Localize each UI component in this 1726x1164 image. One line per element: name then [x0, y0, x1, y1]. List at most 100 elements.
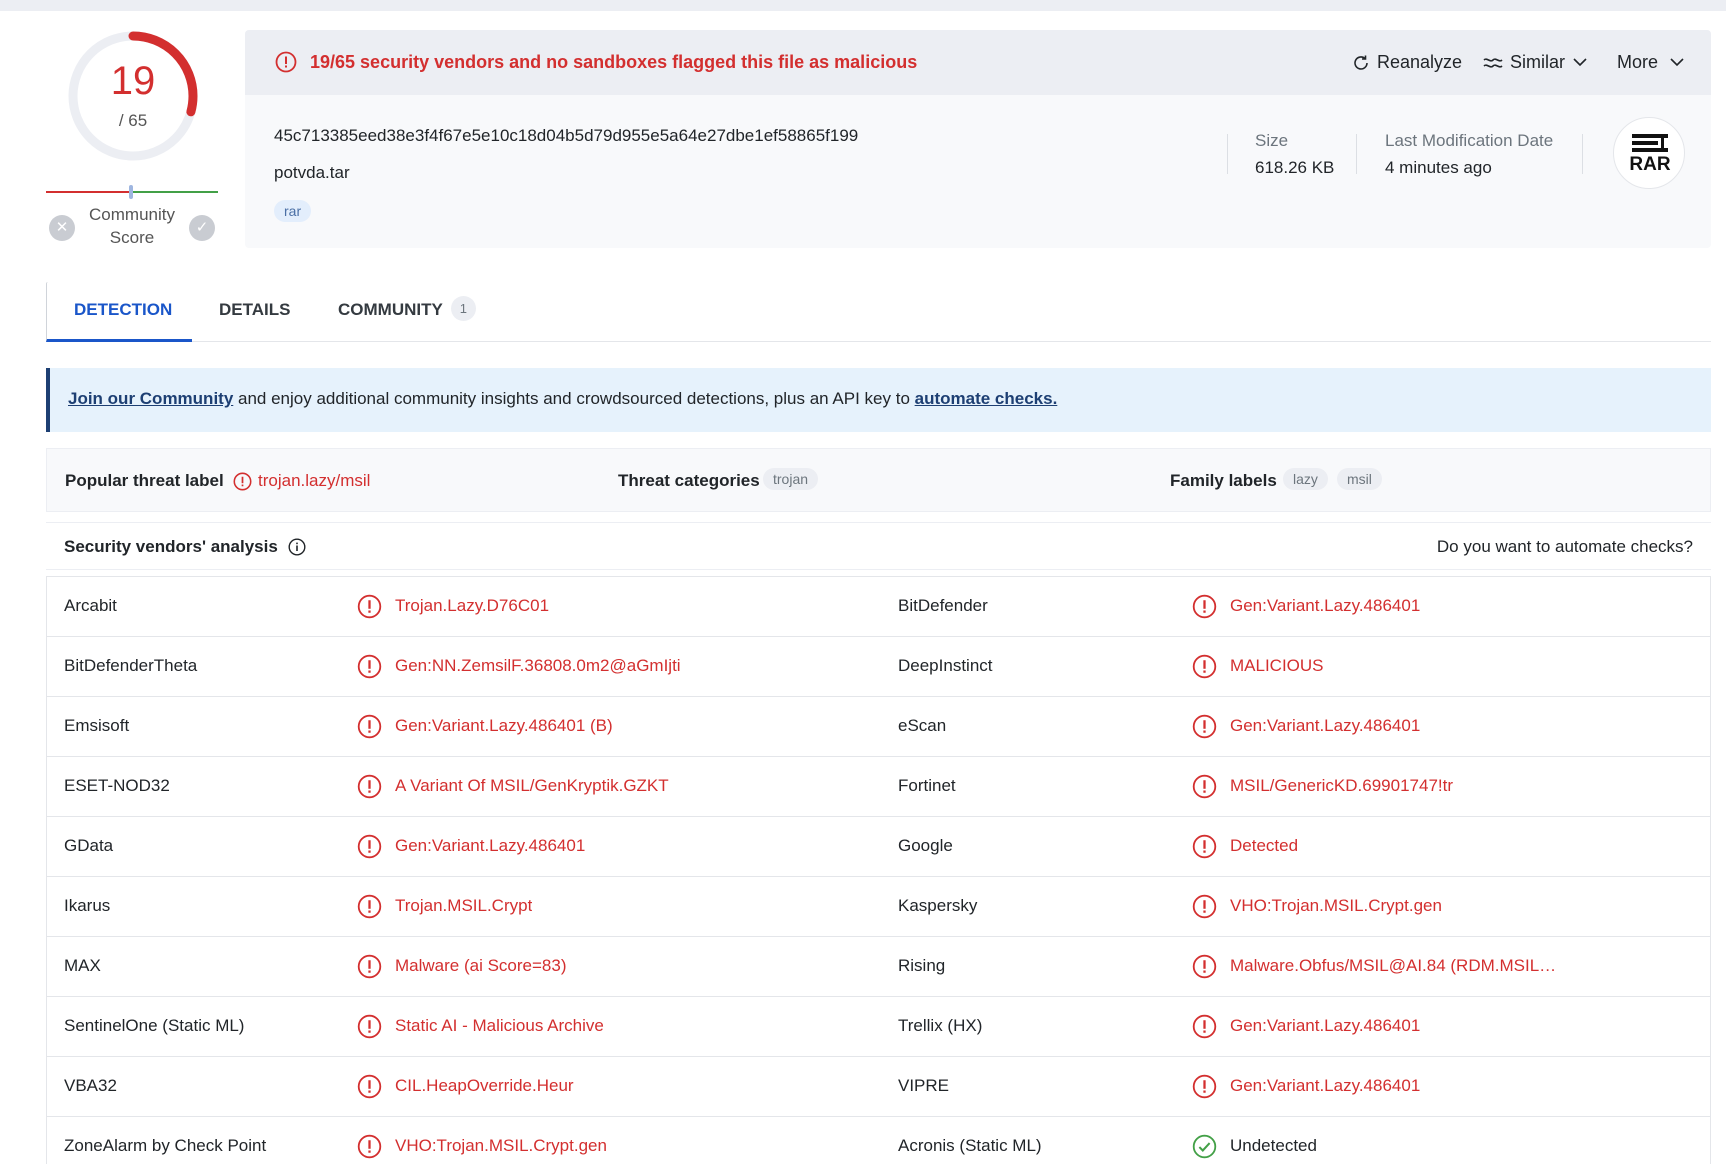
tab-community[interactable]: COMMUNITY 1: [338, 282, 476, 342]
vendor-result-text: Trojan.MSIL.Crypt: [395, 896, 533, 915]
tab-details[interactable]: DETAILS: [219, 282, 290, 342]
vendor-name: VIPRE: [898, 1076, 950, 1095]
malicious-alert-icon: [357, 774, 382, 798]
malicious-alert-icon: [1192, 1014, 1217, 1038]
detection-alert-text: 19/65 security vendors and no sandboxes …: [310, 52, 918, 72]
vendor-result: A Variant Of MSIL/GenKryptik.GZKT: [357, 773, 669, 799]
vendor-result-text: Malware (ai Score=83): [395, 956, 567, 975]
tab-detection-label: DETECTION: [74, 300, 173, 319]
vendors-header: Security vendors' analysis Do you want t…: [46, 522, 1711, 570]
meta-divider: [1227, 134, 1228, 174]
vendor-result: VHO:Trojan.MSIL.Crypt.gen: [357, 1133, 607, 1159]
last-modification-label: Last Modification Date: [1385, 131, 1554, 150]
vendor-result: Trojan.MSIL.Crypt: [357, 893, 532, 919]
vendor-result-text: Gen:Variant.Lazy.486401: [1230, 1076, 1421, 1095]
automate-checks-prompt[interactable]: Do you want to automate checks?: [1437, 537, 1693, 557]
vendor-result: Malware.Obfus/MSIL@AI.84 (RDM.MSIL2…: [1192, 953, 1560, 979]
vendor-result: Gen:Variant.Lazy.486401: [357, 833, 585, 859]
vote-malicious-icon[interactable]: ✕: [49, 215, 75, 241]
file-hash[interactable]: 45c713385eed38e3f4f67e5e10c18d04b5d79d95…: [274, 126, 858, 146]
detection-score-gauge: 19 / 65: [64, 27, 202, 165]
vendor-result-text: Static AI - Malicious Archive: [395, 1016, 604, 1035]
file-name: potvda.tar: [274, 163, 350, 182]
vendor-row: SentinelOne (Static ML) Static AI - Malic…: [47, 997, 1710, 1057]
alert-icon: [275, 51, 297, 73]
malicious-alert-icon: [1192, 714, 1217, 738]
malicious-alert-icon: [1192, 954, 1217, 978]
vendor-result-text: Gen:Variant.Lazy.486401: [1230, 1016, 1421, 1035]
file-tag[interactable]: rar: [274, 200, 312, 222]
malicious-alert-icon: [357, 894, 382, 918]
vendor-name: BitDefender: [898, 596, 988, 615]
threat-category-pill[interactable]: trojan: [763, 468, 819, 490]
tab-detection[interactable]: DETECTION: [46, 282, 192, 342]
vendor-result-text: Detected: [1230, 836, 1299, 855]
last-modification-value: 4 minutes ago: [1385, 158, 1492, 177]
vendor-name: Rising: [898, 956, 946, 975]
vendor-result: Gen:Variant.Lazy.486401: [1192, 1013, 1420, 1039]
popular-threat-text: trojan.lazy/msil: [258, 471, 371, 490]
malicious-alert-icon: [357, 714, 382, 738]
automate-checks-link[interactable]: automate checks.: [915, 389, 1058, 408]
vendor-result: VHO:Trojan.MSIL.Crypt.gen: [1192, 893, 1442, 919]
community-score-label: Community Score: [89, 205, 175, 247]
vendor-result: Undetected: [1192, 1133, 1317, 1159]
popular-threat-value[interactable]: trojan.lazy/msil: [233, 471, 370, 491]
community-banner-text: Join our Community and enjoy additional …: [68, 389, 1057, 409]
vendor-result: Gen:Variant.Lazy.486401: [1192, 593, 1420, 619]
vendor-result-text: Undetected: [1230, 1136, 1317, 1155]
alert-icon: [233, 472, 252, 490]
malicious-alert-icon: [1192, 594, 1217, 618]
vendor-result: MSIL/GenericKD.69901747!tr: [1192, 773, 1453, 799]
vendor-row: ESET-NOD32 A Variant Of MSIL/GenKryptik.G…: [47, 757, 1710, 817]
similar-label: Similar: [1510, 52, 1566, 72]
vendor-result: CIL.HeapOverride.Heur: [357, 1073, 574, 1099]
size-value: 618.26 KB: [1255, 158, 1335, 177]
info-icon[interactable]: [288, 538, 306, 556]
vendor-result-text: VHO:Trojan.MSIL.Crypt.gen: [395, 1136, 607, 1155]
vendor-name: GData: [64, 836, 114, 855]
meta-divider: [1582, 134, 1583, 174]
archive-icon: [1632, 134, 1668, 152]
threat-summary: Popular threat label trojan.lazy/msil Th…: [46, 448, 1711, 512]
similar-dropdown[interactable]: Similar: [1483, 52, 1587, 73]
chevron-down-icon: [1573, 58, 1587, 67]
join-community-link[interactable]: Join our Community: [68, 389, 233, 408]
malicious-alert-icon: [1192, 774, 1217, 798]
malicious-alert-icon: [357, 1014, 382, 1038]
vendor-name: VBA32: [64, 1076, 117, 1095]
vendor-name: SentinelOne (Static ML): [64, 1016, 245, 1035]
vendor-result: Malware (ai Score=83): [357, 953, 567, 979]
vendors-table: Arcabit Trojan.Lazy.D76C01 BitDefender Gen:…: [46, 576, 1711, 1164]
vendor-result-text: VHO:Trojan.MSIL.Crypt.gen: [1230, 896, 1442, 915]
score-total: / 65: [118, 111, 148, 130]
vendor-name: Fortinet: [898, 776, 956, 795]
vendor-result-text: Malware.Obfus/MSIL@AI.84 (RDM.MSIL2…: [1230, 956, 1560, 975]
vendor-row: VBA32 CIL.HeapOverride.Heur VIPRE Gen:Varia…: [47, 1057, 1710, 1117]
score-detections: 19: [110, 59, 156, 103]
refresh-icon: [1354, 55, 1368, 70]
vendor-row: Arcabit Trojan.Lazy.D76C01 BitDefender Gen:…: [47, 577, 1710, 637]
malicious-alert-icon: [357, 1074, 382, 1098]
family-label-pill[interactable]: lazy: [1283, 468, 1328, 490]
undetected-check-icon: [1192, 1134, 1217, 1158]
more-dropdown[interactable]: More: [1617, 52, 1684, 73]
vendor-result-text: Trojan.Lazy.D76C01: [395, 596, 550, 615]
meta-divider: [1356, 134, 1357, 174]
malicious-alert-icon: [1192, 654, 1217, 678]
vendor-name: Trellix (HX): [898, 1016, 983, 1035]
vendor-result-text: Gen:Variant.Lazy.486401: [1230, 596, 1421, 615]
reanalyze-label: Reanalyze: [1377, 52, 1463, 72]
similar-icon: [1483, 57, 1503, 68]
reanalyze-button[interactable]: Reanalyze: [1352, 52, 1462, 73]
family-label-pill[interactable]: msil: [1337, 468, 1382, 490]
vote-harmless-icon[interactable]: ✓: [189, 215, 215, 241]
vendor-name: Arcabit: [64, 596, 117, 615]
vendor-row: BitDefenderTheta Gen:NN.ZemsilF.36808.0m2…: [47, 637, 1710, 697]
community-count-badge: 1: [450, 296, 476, 321]
community-score-marker: [129, 185, 133, 199]
top-bar: [0, 0, 1726, 11]
file-summary-card: 19/65 security vendors and no sandboxes …: [245, 30, 1711, 248]
vendor-name: BitDefenderTheta: [64, 656, 198, 675]
vendor-name: Ikarus: [64, 896, 111, 915]
